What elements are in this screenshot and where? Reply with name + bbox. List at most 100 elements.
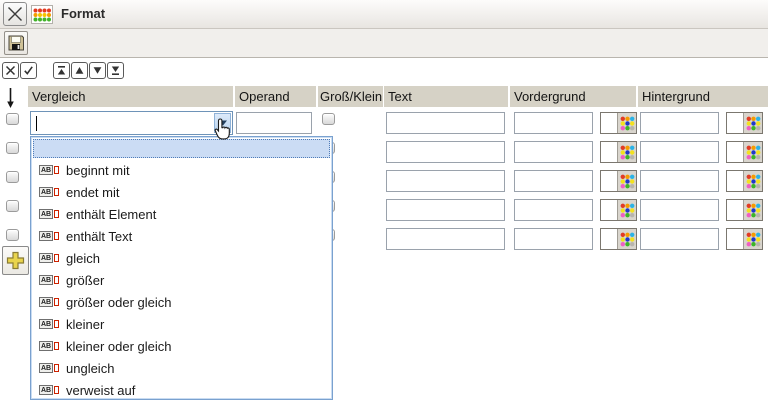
dropdown-item-label: kleiner <box>66 317 104 332</box>
color-preview <box>727 200 744 220</box>
color-palette-icon <box>746 145 761 160</box>
delete-row-button[interactable] <box>2 62 19 79</box>
color-palette-icon <box>620 145 635 160</box>
dropdown-item[interactable]: AB ungleich <box>33 357 330 379</box>
grossklein-checkbox[interactable] <box>322 113 335 125</box>
dropdown-item[interactable]: AB gleich <box>33 247 330 269</box>
color-palette-icon <box>620 232 635 247</box>
chevron-down-icon <box>219 120 227 126</box>
format-dialog: Format <box>0 0 768 409</box>
dropdown-item[interactable]: AB beginnt mit <box>33 159 330 181</box>
hintergrund-input[interactable] <box>640 170 719 192</box>
color-preview <box>601 113 618 133</box>
column-header-text: Text <box>384 86 508 107</box>
format-grid-icon <box>31 5 53 24</box>
color-preview <box>727 229 744 249</box>
vordergrund-input[interactable] <box>514 228 593 250</box>
confirm-button[interactable] <box>20 62 37 79</box>
dropdown-item[interactable]: ABverweist auf <box>33 379 330 401</box>
dropdown-item[interactable]: AB größer oder gleich <box>33 291 330 313</box>
dropdown-item-selected-empty[interactable] <box>33 139 330 158</box>
color-palette-icon <box>746 232 761 247</box>
text-format-icon: AB <box>39 253 59 263</box>
text-input[interactable] <box>386 170 505 192</box>
dropdown-item[interactable]: ABkleiner oder gleich <box>33 335 330 357</box>
text-format-icon: AB <box>39 297 59 307</box>
vordergrund-color-button[interactable] <box>600 228 637 250</box>
add-row-button[interactable] <box>2 246 29 275</box>
column-header-grossklein: Groß/Klein <box>318 86 383 107</box>
vordergrund-input[interactable] <box>514 199 593 221</box>
hintergrund-color-button[interactable] <box>726 170 763 192</box>
dialog-title: Format <box>61 0 105 28</box>
color-palette-icon <box>620 203 635 218</box>
vordergrund-input[interactable] <box>514 112 593 134</box>
dropdown-item[interactable]: AB endet mit <box>33 181 330 203</box>
hintergrund-input[interactable] <box>640 199 719 221</box>
move-up-icon <box>74 65 85 76</box>
sort-direction-icon <box>5 87 16 109</box>
color-palette-icon <box>620 174 635 189</box>
text-input[interactable] <box>386 199 505 221</box>
dropdown-item-label: ungleich <box>66 361 114 376</box>
vordergrund-color-button[interactable] <box>600 170 637 192</box>
hintergrund-color-button[interactable] <box>726 228 763 250</box>
dropdown-item[interactable]: ABgrößer <box>33 269 330 291</box>
color-preview <box>601 171 618 191</box>
color-palette-icon <box>746 116 761 131</box>
titlebar: Format <box>0 0 768 29</box>
row-checkbox[interactable] <box>6 200 19 212</box>
dropdown-item-label: beginnt mit <box>66 163 130 178</box>
move-bottom-icon <box>110 65 121 76</box>
combobox-dropdown-button[interactable] <box>214 113 231 133</box>
text-caret <box>36 116 37 131</box>
text-input[interactable] <box>386 112 505 134</box>
move-bottom-button[interactable] <box>107 62 124 79</box>
delete-icon <box>5 65 16 76</box>
row-checkbox[interactable] <box>6 113 19 125</box>
hintergrund-input[interactable] <box>640 141 719 163</box>
text-format-icon: AB <box>39 187 59 197</box>
column-header-hintergrund: Hintergrund <box>638 86 768 107</box>
dropdown-item-label: gleich <box>66 251 100 266</box>
plus-icon <box>5 250 26 271</box>
dropdown-item[interactable]: ABenthält Text <box>33 225 330 247</box>
color-preview <box>601 229 618 249</box>
dropdown-item-label: größer oder gleich <box>66 295 172 310</box>
row-checkbox[interactable] <box>6 142 19 154</box>
dropdown-item-label: enthält Text <box>66 229 132 244</box>
text-input[interactable] <box>386 228 505 250</box>
move-up-button[interactable] <box>71 62 88 79</box>
vergleich-dropdown-list: AB beginnt mit AB endet mit ABenthält Elem… <box>30 136 333 400</box>
text-format-icon: AB <box>39 363 59 373</box>
vordergrund-color-button[interactable] <box>600 199 637 221</box>
color-preview <box>727 171 744 191</box>
color-preview <box>727 113 744 133</box>
vergleich-combobox[interactable] <box>30 111 233 135</box>
row-checkbox[interactable] <box>6 171 19 183</box>
color-preview <box>601 142 618 162</box>
dropdown-item[interactable]: ABenthält Element <box>33 203 330 225</box>
move-top-button[interactable] <box>53 62 70 79</box>
close-icon <box>7 6 23 22</box>
move-down-button[interactable] <box>89 62 106 79</box>
hintergrund-color-button[interactable] <box>726 141 763 163</box>
vordergrund-color-button[interactable] <box>600 141 637 163</box>
dropdown-item-label: endet mit <box>66 185 119 200</box>
vordergrund-input[interactable] <box>514 141 593 163</box>
color-palette-icon <box>746 174 761 189</box>
text-format-icon: AB <box>39 165 59 175</box>
vordergrund-input[interactable] <box>514 170 593 192</box>
text-input[interactable] <box>386 141 505 163</box>
color-palette-icon <box>620 116 635 131</box>
vordergrund-color-button[interactable] <box>600 112 637 134</box>
hintergrund-color-button[interactable] <box>726 112 763 134</box>
hintergrund-color-button[interactable] <box>726 199 763 221</box>
operand-input[interactable] <box>236 112 312 134</box>
hintergrund-input[interactable] <box>640 228 719 250</box>
save-button[interactable] <box>4 31 28 55</box>
hintergrund-input[interactable] <box>640 112 719 134</box>
dropdown-item[interactable]: ABkleiner <box>33 313 330 335</box>
row-checkbox[interactable] <box>6 229 19 241</box>
close-button[interactable] <box>3 2 27 26</box>
